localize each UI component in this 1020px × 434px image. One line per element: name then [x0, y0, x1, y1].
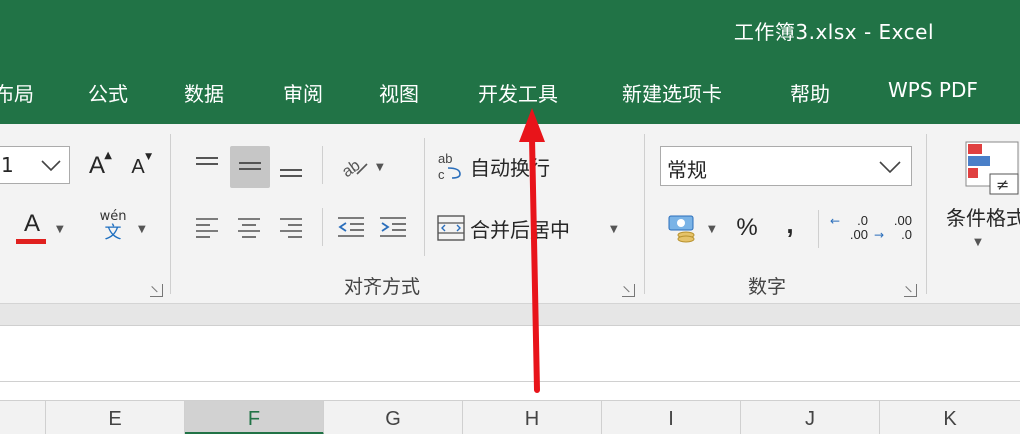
annotation-arrow-icon — [519, 108, 545, 393]
